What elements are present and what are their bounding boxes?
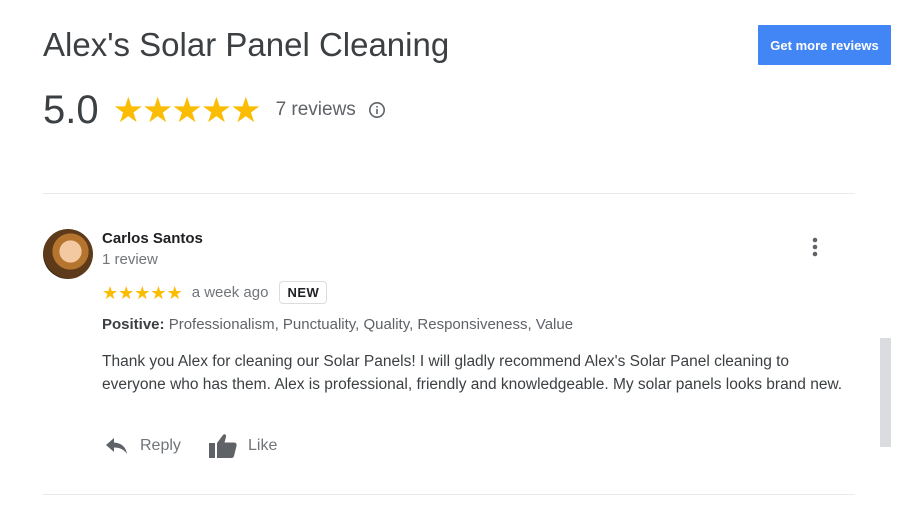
get-more-reviews-button[interactable]: Get more reviews [758,25,891,65]
positive-attributes: Positive: Professionalism, Punctuality, … [102,316,573,333]
star-icon: ★ [134,282,151,303]
divider [43,494,855,495]
scrollbar-thumb[interactable] [880,338,891,447]
like-label: Like [248,437,278,454]
reply-label: Reply [140,437,181,454]
star-icon: ★ [150,282,167,303]
star-icon: ★ [200,90,233,130]
star-icon: ★ [166,282,183,303]
review-count: 7 reviews [275,99,356,120]
average-rating-stars: ★ ★ ★ ★ ★ [112,90,262,130]
review-meta: ★ ★ ★ ★ ★ a week ago NEW [102,280,328,305]
business-title: Alex's Solar Panel Cleaning [43,26,450,63]
star-icon: ★ [118,282,135,303]
more-options-icon[interactable] [805,235,825,259]
divider [43,193,855,194]
rating-summary: 5.0 ★ ★ ★ ★ ★ 7 reviews [43,86,386,134]
star-icon: ★ [102,282,119,303]
average-rating: 5.0 [43,87,99,132]
new-badge: NEW [279,281,328,304]
star-icon: ★ [112,90,144,130]
reply-icon [106,438,127,454]
review-text: Thank you Alex for cleaning our Solar Pa… [102,353,843,393]
review-time: a week ago [191,284,269,301]
like-button[interactable]: Like [208,430,277,462]
thumbs-up-icon [209,434,237,458]
star-icon: ★ [142,90,174,130]
review-rating-stars: ★ ★ ★ ★ ★ [102,284,183,302]
positive-label: Positive: [102,316,165,333]
star-icon: ★ [171,90,203,130]
positive-values: Professionalism, Punctuality, Quality, R… [168,316,574,333]
reply-button[interactable]: Reply [104,430,181,462]
reviewer-avatar[interactable] [43,229,93,279]
reviewer-name[interactable]: Carlos Santos [102,230,203,247]
reviewer-review-count: 1 review [102,251,158,268]
info-icon[interactable] [368,101,386,119]
star-icon: ★ [230,90,262,130]
